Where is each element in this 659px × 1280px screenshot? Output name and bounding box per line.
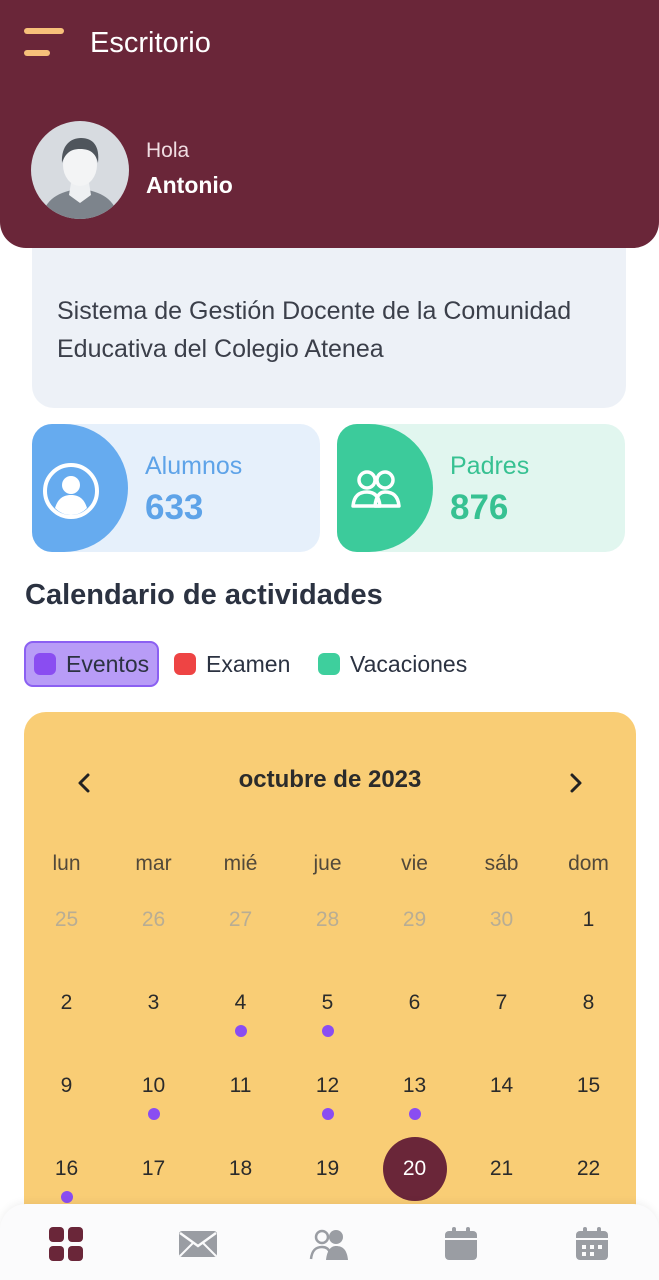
app-header: Escritorio Hola Antonio [0, 0, 659, 248]
greeting-text: Hola [146, 139, 190, 162]
stat-card-alumnos[interactable]: Alumnos 633 [32, 424, 320, 552]
legend-label: Examen [206, 650, 291, 677]
legend-label: Vacaciones [350, 650, 468, 677]
user-avatar-icon [41, 138, 119, 219]
calendar-day[interactable]: 16 [24, 1149, 110, 1189]
avatar[interactable] [31, 121, 129, 219]
nav-mail[interactable] [173, 1222, 223, 1266]
users-icon [309, 1229, 348, 1260]
calendar-day[interactable]: 11 [197, 1066, 284, 1106]
calendar-day[interactable]: 25 [24, 900, 110, 940]
event-dot [408, 1108, 421, 1120]
calendar-section-title: Calendario de actividades [25, 579, 383, 611]
calendar-icon [445, 1227, 477, 1260]
calendar-events-icon [576, 1227, 608, 1260]
calendar-day[interactable]: 19 [284, 1149, 371, 1189]
calendar-day[interactable]: 22 [545, 1149, 632, 1189]
calendar-day[interactable]: 29 [371, 900, 458, 940]
calendar-day[interactable]: 13 [371, 1066, 458, 1106]
stat-icon-container [337, 424, 433, 552]
users-icon [351, 470, 401, 508]
bottom-nav [0, 1204, 659, 1280]
calendar-month-label: octubre de 2023 [238, 766, 422, 793]
calendar-day[interactable]: 26 [110, 900, 197, 940]
calendar-day[interactable]: 14 [458, 1066, 545, 1106]
page-title: Escritorio [90, 27, 211, 59]
calendar-day[interactable]: 3 [110, 983, 197, 1023]
calendar-day[interactable]: 28 [284, 900, 371, 940]
calendar-day[interactable]: 21 [458, 1149, 545, 1189]
stat-label: Alumnos [145, 452, 243, 480]
weekday-label: mar [135, 852, 172, 875]
weekday-label: mié [223, 852, 258, 875]
weekday-label: jue [313, 852, 342, 875]
event-dot [234, 1025, 247, 1037]
nav-calendar-events[interactable] [567, 1222, 617, 1266]
calendar-day[interactable]: 4 [197, 983, 284, 1023]
stat-label: Padres [450, 452, 530, 480]
calendar-day[interactable]: 7 [458, 983, 545, 1023]
legend-label: Eventos [66, 650, 150, 677]
event-dot [147, 1108, 160, 1120]
event-dot [321, 1025, 334, 1037]
calendar-day[interactable]: 18 [197, 1149, 284, 1189]
hamburger-menu-icon[interactable] [24, 28, 66, 60]
event-dot [321, 1108, 334, 1120]
calendar-day[interactable]: 10 [110, 1066, 197, 1106]
calendar-day[interactable]: 5 [284, 983, 371, 1023]
examen-swatch-icon [174, 653, 196, 675]
weekday-label: lun [52, 852, 81, 875]
stat-value: 633 [145, 488, 204, 527]
intro-card: Sistema de Gestión Docente de la Comunid… [32, 248, 626, 408]
user-circle-icon [43, 463, 99, 519]
calendar-day[interactable]: 9 [24, 1066, 110, 1106]
calendar: octubre de 2023 lun mar mié jue vie sáb dom 25 2… [24, 712, 636, 1280]
calendar-day[interactable]: 1 [545, 900, 632, 940]
calendar-day[interactable]: 6 [371, 983, 458, 1023]
calendar-day-today[interactable]: 20 [371, 1149, 458, 1189]
calendar-day[interactable]: 27 [197, 900, 284, 940]
vacaciones-swatch-icon [318, 653, 340, 675]
dashboard-grid-icon [49, 1227, 83, 1261]
calendar-day[interactable]: 30 [458, 900, 545, 940]
calendar-day[interactable]: 2 [24, 983, 110, 1023]
weekday-label: dom [568, 852, 609, 875]
calendar-day[interactable]: 12 [284, 1066, 371, 1106]
weekday-label: sáb [484, 852, 519, 875]
nav-dashboard[interactable] [41, 1222, 91, 1266]
calendar-day[interactable]: 17 [110, 1149, 197, 1189]
calendar-day[interactable]: 15 [545, 1066, 632, 1106]
calendar-day[interactable]: 8 [545, 983, 632, 1023]
stat-value: 876 [450, 488, 509, 527]
stat-icon-container [32, 424, 128, 552]
legend-examen[interactable]: Examen [174, 641, 290, 687]
user-name: Antonio [146, 172, 233, 198]
nav-users[interactable] [304, 1222, 354, 1266]
stat-card-padres[interactable]: Padres 876 [337, 424, 625, 552]
event-dot [60, 1191, 73, 1203]
mail-icon [179, 1231, 217, 1257]
legend-eventos[interactable]: Eventos [24, 641, 160, 687]
chevron-right-icon[interactable] [560, 768, 590, 798]
legend-vacaciones[interactable]: Vacaciones [318, 641, 467, 687]
intro-text: Sistema de Gestión Docente de la Comunid… [57, 297, 572, 363]
weekday-label: vie [401, 852, 428, 875]
eventos-swatch-icon [34, 653, 56, 675]
nav-calendar[interactable] [436, 1222, 486, 1266]
